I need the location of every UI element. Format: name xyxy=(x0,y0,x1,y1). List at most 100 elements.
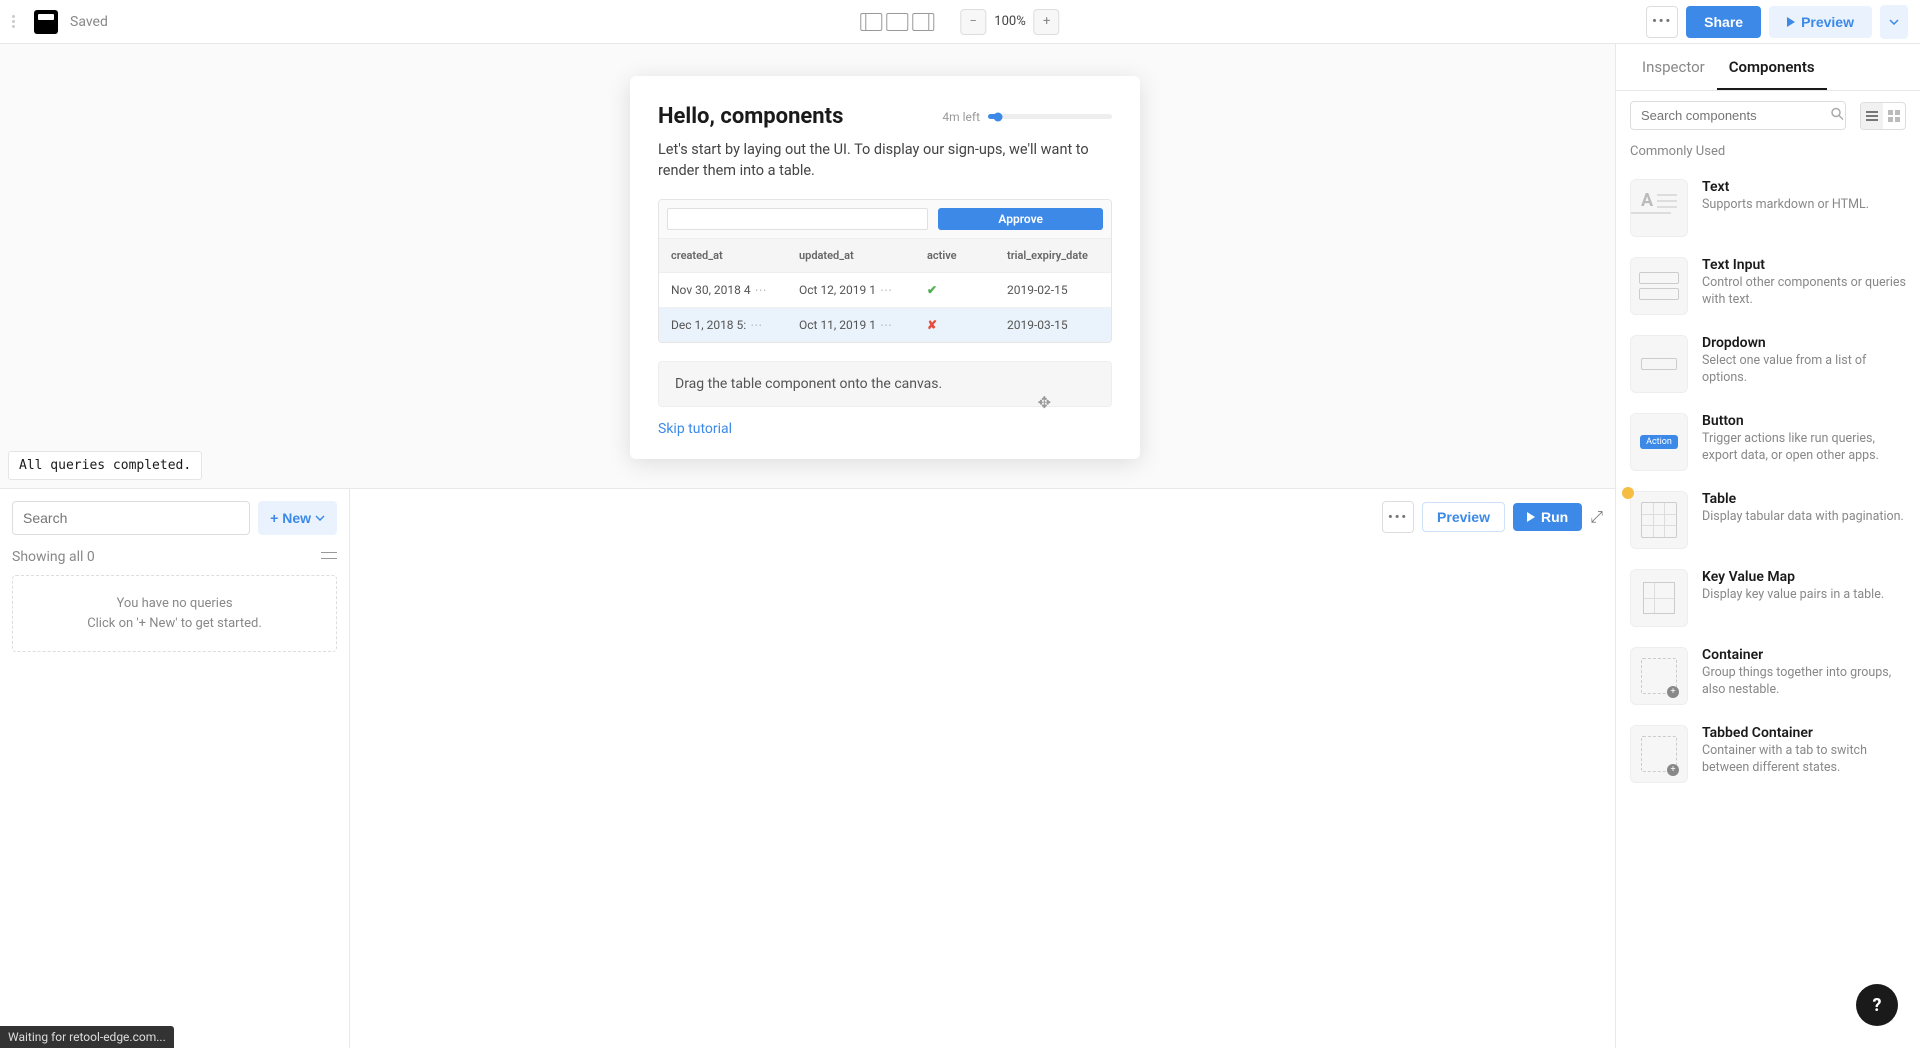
text-input-component-icon xyxy=(1630,257,1688,315)
zoom-control: − 100% + xyxy=(960,9,1059,35)
list-view-button[interactable] xyxy=(1861,103,1883,129)
cell: Oct 12, 2019 1 xyxy=(799,283,876,297)
right-panel-tabs: Inspector Components xyxy=(1616,44,1920,91)
table-component-icon xyxy=(1630,491,1688,549)
component-desc: Select one value from a list of options. xyxy=(1702,353,1906,387)
component-tabbed-container[interactable]: Tabbed ContainerContainer with a tab to … xyxy=(1616,715,1920,793)
skip-tutorial-link[interactable]: Skip tutorial xyxy=(658,421,1112,437)
view-toggle xyxy=(1860,102,1906,130)
tabbed-container-component-icon xyxy=(1630,725,1688,783)
panel-full-icon[interactable] xyxy=(886,13,908,31)
zoom-level: 100% xyxy=(986,14,1033,29)
component-dropdown[interactable]: Dropdown Select one value from a list of … xyxy=(1616,325,1920,403)
tutorial-progress: 4m left xyxy=(942,110,1112,124)
expand-icon[interactable]: ⤢ xyxy=(1590,507,1603,527)
component-desc: Group things together into groups, also … xyxy=(1702,665,1906,699)
container-component-icon xyxy=(1630,647,1688,705)
dropdown-component-icon xyxy=(1630,335,1688,393)
component-title: Tabbed Container xyxy=(1702,725,1906,741)
tutorial-title: Hello, components xyxy=(658,104,843,129)
example-row: Nov 30, 2018 4⋯ Oct 12, 2019 1⋯ ✔ 2019-0… xyxy=(659,273,1111,308)
component-desc: Trigger actions like run queries, export… xyxy=(1702,431,1906,465)
queries-search-input[interactable] xyxy=(12,501,250,535)
component-title: Key Value Map xyxy=(1702,569,1906,585)
play-icon xyxy=(1787,17,1795,27)
components-search-input[interactable] xyxy=(1630,101,1846,130)
cell: 2019-03-15 xyxy=(995,308,1111,342)
progress-bar xyxy=(988,114,1112,119)
tutorial-body: Let's start by laying out the UI. To dis… xyxy=(658,139,1112,181)
component-container[interactable]: Container Group things together into grou… xyxy=(1616,637,1920,715)
bottom-panel: + New Showing all 0 You have no queries … xyxy=(0,488,1615,1048)
empty-line-2: Click on '+ New' to get started. xyxy=(31,614,318,634)
cell: Dec 1, 2018 5: xyxy=(671,318,746,332)
run-label: Run xyxy=(1541,509,1568,525)
browser-status: Waiting for retool-edge.com... xyxy=(0,1026,174,1048)
status-toast: All queries completed. xyxy=(8,451,202,480)
button-component-icon xyxy=(1630,413,1688,471)
cell: Nov 30, 2018 4 xyxy=(671,283,751,297)
tutorial-time-left: 4m left xyxy=(942,110,980,124)
th-updated: updated_at xyxy=(787,239,915,272)
no-queries-placeholder: You have no queries Click on '+ New' to … xyxy=(12,575,337,652)
commonly-used-label: Commonly Used xyxy=(1616,140,1920,169)
component-title: Text Input xyxy=(1702,257,1906,273)
component-desc: Supports markdown or HTML. xyxy=(1702,197,1906,214)
th-active: active xyxy=(915,239,995,272)
drag-grip-icon[interactable] xyxy=(12,15,22,28)
saved-status: Saved xyxy=(70,14,108,30)
example-table-head: created_at updated_at active trial_expir… xyxy=(659,239,1111,273)
component-title: Dropdown xyxy=(1702,335,1906,351)
topbar: Saved − 100% + ••• Share Preview xyxy=(0,0,1920,44)
editor-more-button[interactable]: ••• xyxy=(1382,501,1414,533)
component-desc: Display tabular data with pagination. xyxy=(1702,509,1906,526)
preview-button[interactable]: Preview xyxy=(1769,6,1872,38)
component-key-value-map[interactable]: Key Value MapDisplay key value pairs in … xyxy=(1616,559,1920,637)
new-query-label: + New xyxy=(270,510,311,526)
example-approve-button: Approve xyxy=(938,208,1103,230)
component-table[interactable]: TableDisplay tabular data with paginatio… xyxy=(1616,481,1920,559)
showing-count: Showing all 0 xyxy=(12,549,95,565)
right-panel: Inspector Components Commonly Used TextS… xyxy=(1615,44,1920,1048)
filter-icon[interactable] xyxy=(321,550,337,564)
grid-view-button[interactable] xyxy=(1883,103,1905,129)
preview-dropdown-button[interactable] xyxy=(1880,5,1908,39)
preview-button-label: Preview xyxy=(1801,14,1854,30)
cell-active: ✘ xyxy=(915,308,995,342)
zoom-out-button[interactable]: − xyxy=(960,9,986,35)
component-text-input[interactable]: Text Input Control other components or qu… xyxy=(1616,247,1920,325)
zoom-in-button[interactable]: + xyxy=(1034,9,1060,35)
more-button[interactable]: ••• xyxy=(1646,6,1678,38)
empty-line-1: You have no queries xyxy=(31,594,318,614)
help-button[interactable]: ? xyxy=(1856,984,1898,1026)
play-icon xyxy=(1527,512,1535,522)
cell-active: ✔ xyxy=(915,273,995,307)
component-text[interactable]: TextSupports markdown or HTML. xyxy=(1616,169,1920,247)
chevron-down-icon xyxy=(1889,19,1899,25)
instruction-text: Drag the table component onto the canvas… xyxy=(675,376,942,392)
dots-icon: ••• xyxy=(1388,510,1408,525)
editor-preview-button[interactable]: Preview xyxy=(1422,502,1505,532)
example-input xyxy=(667,208,928,230)
share-button[interactable]: Share xyxy=(1686,6,1761,38)
layout-view-icons xyxy=(860,13,934,31)
example-table: Approve created_at updated_at active tri… xyxy=(658,199,1112,343)
cell: 2019-02-15 xyxy=(995,273,1111,307)
tab-components[interactable]: Components xyxy=(1717,44,1827,90)
text-component-icon xyxy=(1630,179,1688,237)
highlight-badge xyxy=(1622,487,1634,499)
component-title: Container xyxy=(1702,647,1906,663)
panel-right-icon[interactable] xyxy=(912,13,934,31)
tutorial-instruction: Drag the table component onto the canvas… xyxy=(658,361,1112,407)
new-query-button[interactable]: + New xyxy=(258,501,337,535)
queries-sidebar: + New Showing all 0 You have no queries … xyxy=(0,489,350,1048)
query-editor-area: ••• Preview Run ⤢ xyxy=(350,489,1615,1048)
component-title: Button xyxy=(1702,413,1906,429)
component-desc: Control other components or queries with… xyxy=(1702,275,1906,309)
component-button[interactable]: Button Trigger actions like run queries, … xyxy=(1616,403,1920,481)
editor-run-button[interactable]: Run xyxy=(1513,503,1582,531)
app-logo[interactable] xyxy=(34,10,58,34)
tab-inspector[interactable]: Inspector xyxy=(1630,44,1717,90)
dots-icon: ••• xyxy=(1652,14,1672,29)
panel-left-icon[interactable] xyxy=(860,13,882,31)
